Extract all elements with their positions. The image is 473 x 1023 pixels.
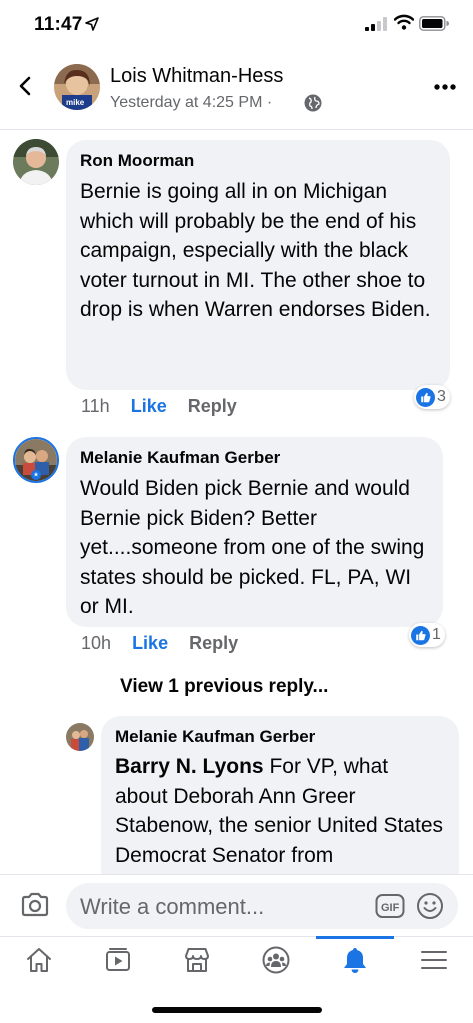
- groups-icon: [262, 946, 290, 974]
- commenter-avatar[interactable]: [13, 437, 59, 483]
- reply-text: Barry N. Lyons For VP, what about Debora…: [115, 755, 444, 867]
- status-time: 11:47: [34, 14, 83, 35]
- reply-author[interactable]: Melanie Kaufman Gerber: [115, 726, 445, 748]
- battery-icon: [419, 16, 449, 31]
- like-reaction-icon: [411, 625, 430, 645]
- reaction-count[interactable]: 3: [414, 385, 450, 409]
- comment-author[interactable]: Melanie Kaufman Gerber: [80, 447, 429, 469]
- commenter-avatar[interactable]: [13, 139, 59, 185]
- notifications-icon: [344, 948, 366, 973]
- svg-text:GIF: GIF: [381, 902, 400, 914]
- cellular-signal-icon: [365, 17, 387, 31]
- more-options-icon[interactable]: [433, 83, 457, 91]
- tab-groups[interactable]: [237, 937, 315, 993]
- globe-icon: [304, 94, 322, 112]
- post-header: mike Lois Whitman-Hess Yesterday at 4:25…: [0, 50, 473, 130]
- comment-input[interactable]: Write a comment... GIF: [66, 883, 458, 929]
- wifi-icon: [394, 14, 414, 30]
- comment-time: 10h: [81, 633, 112, 653]
- reaction-number: 1: [432, 626, 441, 643]
- reply-button[interactable]: Reply: [188, 396, 237, 416]
- comment-bubble[interactable]: Melanie Kaufman Gerber Would Biden pick …: [66, 437, 443, 627]
- reaction-number: 3: [437, 388, 446, 405]
- menu-icon: [421, 951, 447, 969]
- svg-text:mike: mike: [66, 98, 85, 107]
- like-button[interactable]: Like: [132, 633, 168, 653]
- reply-button[interactable]: Reply: [189, 633, 238, 653]
- home-icon: [27, 948, 51, 972]
- reaction-count[interactable]: 1: [409, 623, 445, 647]
- comment-text: Bernie is going all in on Michigan which…: [80, 180, 431, 322]
- comment-composer: Write a comment... GIF: [0, 874, 473, 936]
- comment-bubble[interactable]: Ron Moorman Bernie is going all in on Mi…: [66, 140, 450, 390]
- marketplace-icon: [185, 948, 209, 972]
- reply-avatar[interactable]: [66, 723, 94, 751]
- page-title[interactable]: Lois Whitman-Hess: [110, 65, 283, 88]
- tab-marketplace[interactable]: [158, 937, 236, 993]
- emoji-icon[interactable]: [416, 892, 444, 920]
- watch-icon: [106, 948, 130, 971]
- post-timestamp: Yesterday at 4:25 PM ·: [110, 94, 273, 111]
- tab-watch[interactable]: [79, 937, 157, 993]
- home-indicator: [152, 1007, 322, 1013]
- page-avatar[interactable]: mike: [54, 64, 100, 110]
- back-chevron-icon[interactable]: [14, 74, 38, 98]
- comment-text: Would Biden pick Bernie and would Bernie…: [80, 477, 425, 619]
- status-bar: 11:47: [0, 0, 473, 50]
- tab-menu[interactable]: [395, 937, 473, 993]
- location-arrow-icon: [85, 17, 99, 31]
- gif-icon[interactable]: GIF: [375, 893, 405, 919]
- like-button[interactable]: Like: [131, 396, 167, 416]
- reply-bubble[interactable]: Melanie Kaufman Gerber Barry N. Lyons Fo…: [101, 716, 459, 876]
- comment-actions: 10h Like Reply: [81, 633, 238, 654]
- like-reaction-icon: [416, 387, 435, 407]
- tab-home[interactable]: [0, 937, 78, 993]
- camera-icon[interactable]: [20, 891, 50, 919]
- comment-time: 11h: [81, 396, 110, 416]
- comment-actions: 11h Like Reply: [81, 396, 237, 417]
- tab-notifications[interactable]: [316, 936, 394, 993]
- view-previous-replies-link[interactable]: View 1 previous reply...: [120, 676, 328, 698]
- mentioned-user[interactable]: Barry N. Lyons: [115, 755, 264, 778]
- comment-placeholder: Write a comment...: [80, 894, 265, 919]
- comment-author[interactable]: Ron Moorman: [80, 150, 436, 172]
